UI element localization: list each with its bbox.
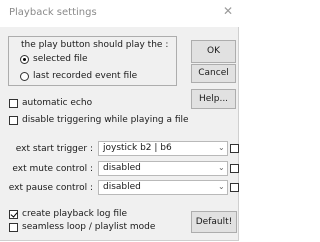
- create-log-label: create playback log file: [22, 209, 128, 219]
- pause-control-label: ext pause control :: [8, 183, 93, 193]
- start-trigger-value: joystick b2 | b6: [103, 143, 172, 153]
- mute-control-checkbox[interactable]: [230, 164, 239, 173]
- seamless-loop-checkbox[interactable]: seamless loop / playlist mode: [9, 222, 155, 232]
- start-trigger-checkbox[interactable]: [230, 144, 239, 153]
- play-button-group-label: the play button should play the :: [20, 40, 170, 50]
- pause-control-value: disabled: [103, 182, 141, 192]
- mute-control-label: ext mute control :: [12, 164, 93, 174]
- chevron-down-icon: ⌄: [218, 143, 225, 152]
- radio-selected-file[interactable]: selected file: [20, 54, 88, 64]
- automatic-echo-box[interactable]: [9, 98, 18, 108]
- radio-selected-file-indicator[interactable]: [20, 54, 29, 64]
- mute-control-select[interactable]: disabled ⌄: [98, 161, 228, 176]
- seamless-loop-box[interactable]: [9, 222, 18, 232]
- disable-triggering-checkbox[interactable]: disable triggering while playing a file: [9, 115, 189, 125]
- ok-button[interactable]: OK: [191, 40, 236, 63]
- start-trigger-label: ext start trigger :: [15, 144, 93, 154]
- radio-last-recorded-indicator[interactable]: [20, 71, 29, 81]
- chevron-down-icon: ⌄: [218, 163, 225, 172]
- seamless-loop-label: seamless loop / playlist mode: [22, 222, 156, 232]
- pause-control-checkbox[interactable]: [230, 183, 239, 192]
- playback-settings-dialog: Playback settings ✕ the play button shou…: [0, 0, 239, 241]
- disable-triggering-label: disable triggering while playing a file: [22, 115, 189, 125]
- chevron-down-icon: ⌄: [218, 182, 225, 191]
- create-log-checkbox[interactable]: create playback log file: [9, 209, 127, 219]
- default-button[interactable]: Default!: [191, 211, 237, 233]
- automatic-echo-label: automatic echo: [22, 98, 93, 108]
- help-button[interactable]: Help...: [191, 89, 236, 109]
- pause-control-select[interactable]: disabled ⌄: [98, 180, 228, 195]
- start-trigger-select[interactable]: joystick b2 | b6 ⌄: [98, 141, 228, 156]
- title-bar: Playback settings ✕: [0, 0, 239, 27]
- radio-selected-file-label: selected file: [33, 54, 88, 64]
- create-log-box[interactable]: [9, 209, 18, 219]
- radio-last-recorded[interactable]: last recorded event file: [20, 71, 137, 81]
- disable-triggering-box[interactable]: [9, 115, 18, 125]
- cancel-button[interactable]: Cancel: [191, 64, 236, 83]
- close-icon[interactable]: ✕: [221, 4, 235, 18]
- mute-control-value: disabled: [103, 163, 141, 173]
- automatic-echo-checkbox[interactable]: automatic echo: [9, 98, 92, 108]
- radio-last-recorded-label: last recorded event file: [33, 71, 138, 81]
- dialog-title: Playback settings: [9, 7, 97, 18]
